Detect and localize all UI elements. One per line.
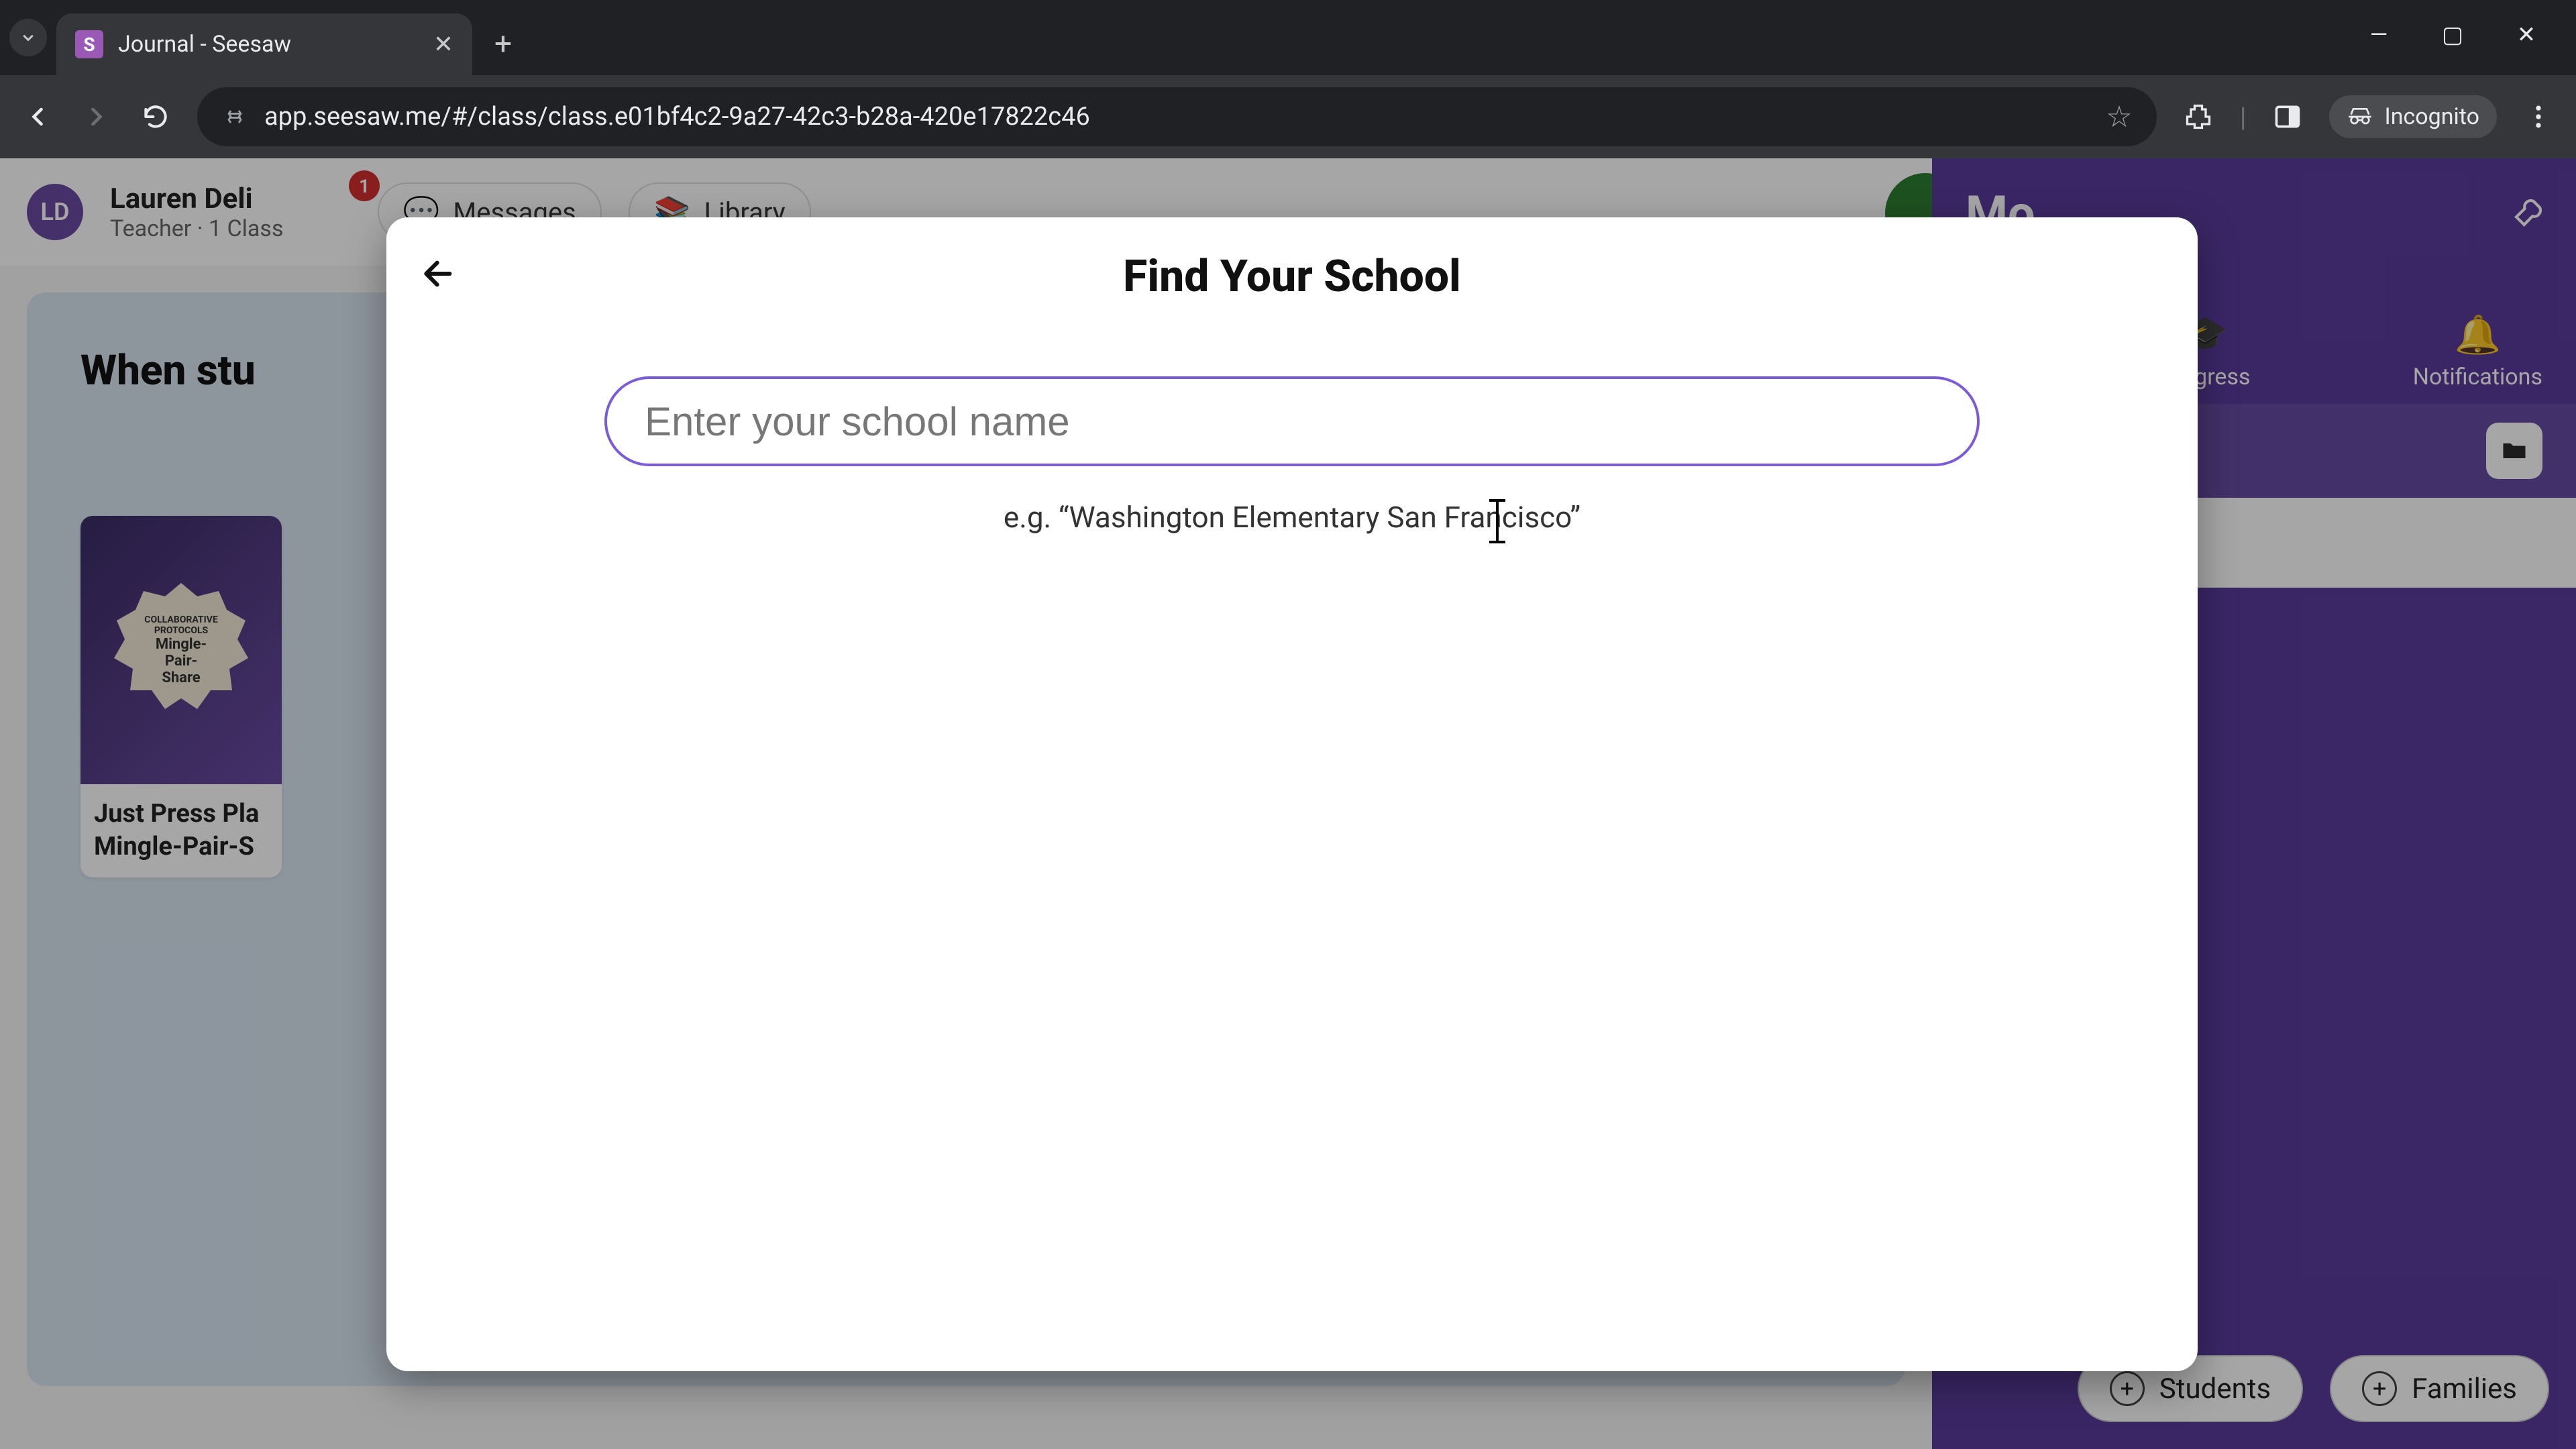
tab-title: Journal - Seesaw xyxy=(118,31,291,58)
toolbar-divider: | xyxy=(2240,101,2247,133)
incognito-indicator[interactable]: Incognito xyxy=(2329,95,2497,138)
close-window-button[interactable]: ✕ xyxy=(2513,21,2540,48)
site-settings-icon[interactable] xyxy=(221,103,248,130)
find-school-modal: Find Your School e.g. “Washington Elemen… xyxy=(386,217,2198,1371)
extensions-icon xyxy=(2184,102,2213,131)
app-viewport: LD Lauren Deli Teacher · 1 Class 1 💬 Mes… xyxy=(0,158,2576,1449)
incognito-icon xyxy=(2347,103,2373,130)
new-tab-button[interactable]: + xyxy=(479,20,527,68)
maximize-button[interactable]: ▢ xyxy=(2439,21,2466,48)
arrow-right-icon xyxy=(82,102,111,131)
browser-toolbar: app.seesaw.me/#/class/class.e01bf4c2-9a2… xyxy=(0,75,2576,158)
forward-button xyxy=(79,99,114,134)
arrow-left-icon xyxy=(420,255,458,292)
address-bar[interactable]: app.seesaw.me/#/class/class.e01bf4c2-9a2… xyxy=(197,87,2157,146)
side-panel-button[interactable] xyxy=(2270,99,2305,134)
modal-back-button[interactable] xyxy=(420,255,458,292)
modal-hint: e.g. “Washington Elementary San Francisc… xyxy=(1004,500,1580,535)
modal-title: Find Your School xyxy=(1123,251,1461,303)
bookmark-button[interactable]: ☆ xyxy=(2106,99,2132,134)
url-text: app.seesaw.me/#/class/class.e01bf4c2-9a2… xyxy=(264,102,1090,131)
text-cursor-icon xyxy=(1496,499,1499,543)
tab-close-button[interactable]: ✕ xyxy=(433,30,453,58)
back-button[interactable] xyxy=(20,99,55,134)
side-panel-icon xyxy=(2273,102,2302,131)
school-name-input[interactable] xyxy=(604,376,1980,466)
reload-button[interactable] xyxy=(138,99,173,134)
incognito-label: Incognito xyxy=(2384,103,2479,130)
tab-search-dropdown[interactable] xyxy=(9,19,47,56)
seesaw-favicon-icon: S xyxy=(75,30,103,58)
arrow-left-icon xyxy=(23,102,52,131)
extensions-button[interactable] xyxy=(2181,99,2216,134)
browser-tab[interactable]: S Journal - Seesaw ✕ xyxy=(56,13,472,75)
browser-menu-button[interactable] xyxy=(2521,99,2556,134)
browser-titlebar: S Journal - Seesaw ✕ + — ▢ ✕ xyxy=(0,0,2576,75)
minimize-button[interactable]: — xyxy=(2365,21,2392,48)
kebab-icon xyxy=(2524,102,2553,131)
reload-icon xyxy=(141,102,170,131)
chevron-down-icon xyxy=(19,28,38,47)
window-controls: — ▢ ✕ xyxy=(2365,21,2576,75)
